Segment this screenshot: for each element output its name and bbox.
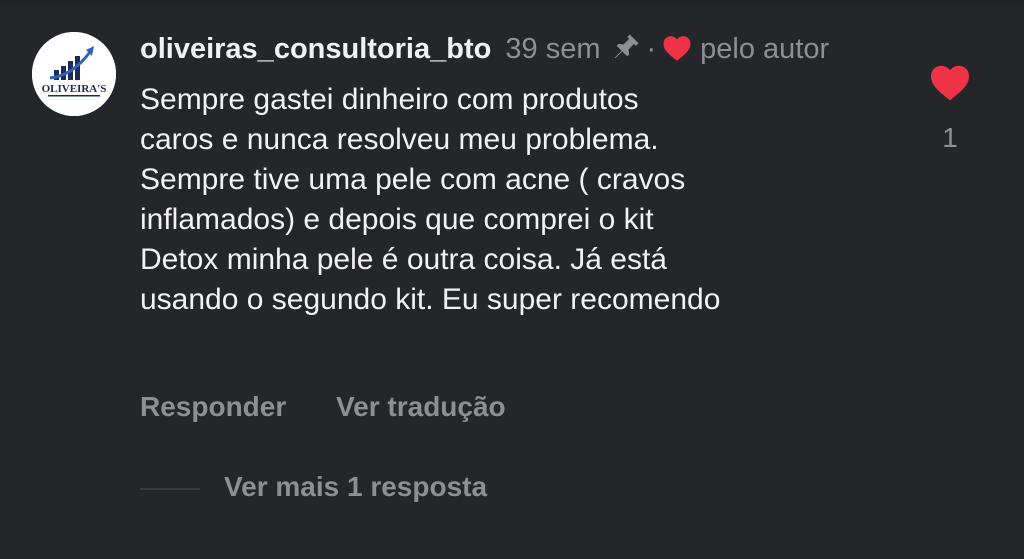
pin-icon — [611, 32, 641, 72]
timestamp: 39 sem — [505, 33, 601, 65]
logo-text: OLIVEIRA'S — [42, 83, 107, 95]
username[interactable]: oliveiras_consultoria_bto — [140, 33, 491, 65]
comment-body: oliveiras_consultoria_bto 39 sem · pelo au… — [140, 30, 900, 320]
view-more-replies-label: Ver mais 1 resposta — [224, 471, 488, 502]
comment-header: oliveiras_consultoria_bto 39 sem · pelo au… — [140, 30, 900, 72]
comment-screen: OLIVEIRA'S oliveiras_consultoria_bto 39 … — [0, 0, 1024, 559]
author-liked-label: pelo autor — [700, 33, 830, 65]
heart-like-icon[interactable] — [922, 64, 978, 107]
translate-button[interactable]: Ver tradução — [336, 388, 506, 426]
like-column: 1 — [922, 64, 978, 155]
oliveiras-logo: OLIVEIRA'S — [32, 32, 116, 116]
comment-actions: Responder Ver tradução — [140, 388, 506, 426]
view-more-replies[interactable]: Ver mais 1 resposta — [140, 468, 487, 506]
top-divider — [0, 0, 1024, 4]
comment-text: Sempre gastei dinheiro com produtos caro… — [140, 83, 721, 316]
like-count[interactable]: 1 — [922, 121, 978, 155]
reply-thread-line — [140, 487, 200, 490]
avatar[interactable]: OLIVEIRA'S — [32, 32, 116, 116]
separator-dot: · — [646, 33, 657, 65]
reply-button[interactable]: Responder — [140, 388, 286, 426]
heart-icon — [662, 34, 692, 72]
